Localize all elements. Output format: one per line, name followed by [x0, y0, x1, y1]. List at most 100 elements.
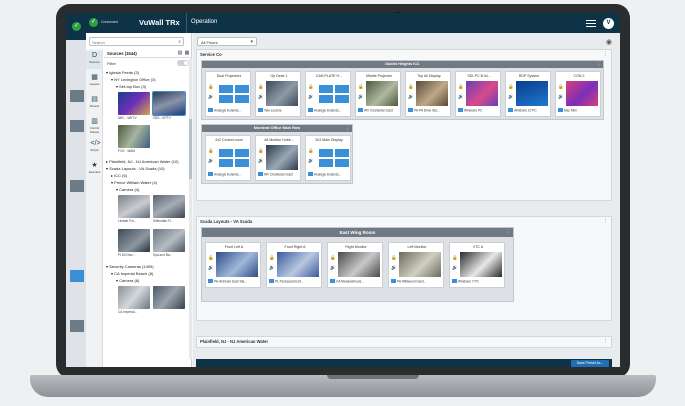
lock-icon[interactable]: 🔒 [258, 148, 264, 154]
rail-item-layouts[interactable]: ▦ Layouts [86, 73, 103, 91]
rail-item-control-panels[interactable]: ▥ Control Panels [86, 117, 103, 135]
display-card[interactable]: Op Desk 1 🔒 🔊 Tele-Lecture [255, 71, 301, 117]
tree-node[interactable]: ▸ Plainfield, NJ - NJ American Water (10… [106, 159, 179, 164]
rail-item-favorites[interactable]: ★ Favorites [86, 161, 103, 179]
display-card[interactable]: CON 2 🔒 🔊 Mac Mini [555, 71, 601, 117]
user-avatar[interactable]: V [603, 18, 614, 29]
tree-node[interactable]: ▾ CA Imperial Beach (8) [111, 271, 153, 276]
display-card[interactable]: Dual Projectors 🔒 🔊 Analogic Extends... [205, 71, 251, 117]
source-name: Tele-Lecture [264, 108, 282, 113]
hamburger-menu-icon[interactable] [586, 18, 596, 28]
lock-icon[interactable]: 🔒 [458, 84, 464, 90]
sources-header[interactable]: Sources (1544) ▤ ▦ [104, 49, 192, 58]
more-options-icon[interactable]: ⋮ [603, 338, 608, 344]
display-card[interactable]: CAN PLATE H... 🔒 🔊 Analogic Extends... [305, 71, 351, 117]
eye-icon[interactable]: ◉ [606, 38, 612, 46]
source-thumbnail[interactable]: Hillendale Fi... [153, 195, 185, 224]
source-thumbnail[interactable] [153, 286, 185, 315]
audio-icon[interactable]: 🔊 [558, 94, 564, 100]
tree-node[interactable]: ▸ ICC (6) [111, 173, 127, 178]
search-input[interactable]: Search ⌕ [89, 37, 184, 46]
source-thumbnail[interactable]: CA Imperial... [118, 286, 150, 315]
tree-node[interactable]: ▾ Camera (8) [116, 278, 139, 283]
display-card[interactable]: Left Monitor 🔒 🔊 PA Wildwood Gard... [388, 242, 444, 288]
display-card[interactable]: SDI-PC B Isl... 🔒 🔊 Windows PC [455, 71, 501, 117]
audio-icon[interactable]: 🔊 [358, 94, 364, 100]
display-card[interactable]: 3x3 Main Display 🔒 🔊 Analogic Extends... [305, 135, 351, 181]
audio-icon[interactable]: 🔊 [208, 94, 214, 100]
audio-icon[interactable]: 🔊 [330, 265, 336, 271]
more-options-icon[interactable]: ⋮ [507, 228, 512, 235]
audio-icon[interactable]: 🔊 [208, 265, 214, 271]
lock-icon[interactable]: 🔒 [508, 84, 514, 90]
lock-icon[interactable]: 🔒 [452, 255, 458, 261]
lock-icon[interactable]: 🔒 [391, 255, 397, 261]
rail-item-sources[interactable]: D Sources [86, 51, 103, 69]
audio-icon[interactable]: 🔊 [408, 94, 414, 100]
chevron-down-icon: ▾ [250, 39, 253, 45]
display-card[interactable]: Front Left A 🔒 🔊 PA-Ardmore East Sta... [205, 242, 261, 288]
audio-icon[interactable]: 🔊 [308, 158, 314, 164]
more-options-icon[interactable]: ⋮ [346, 125, 351, 132]
floor-dropdown[interactable]: All Floors ▾ [197, 37, 257, 46]
lock-icon[interactable]: 🔒 [208, 255, 214, 261]
display-card[interactable]: Right Monitor 🔒 🔊 CA Meadowbrook... [327, 242, 383, 288]
lock-icon[interactable]: 🔒 [558, 84, 564, 90]
grid-view-icon[interactable]: ▦ [184, 50, 190, 56]
tree-node[interactable]: ▾ Security Cameras (1499) [106, 264, 154, 269]
more-options-icon[interactable]: ⋮ [603, 51, 608, 57]
rail-item-presets[interactable]: ▤ Presets [86, 95, 103, 113]
audio-icon[interactable]: 🔊 [208, 158, 214, 164]
audio-icon[interactable]: 🔊 [269, 265, 275, 271]
audio-icon[interactable]: 🔊 [308, 94, 314, 100]
save-preset-button[interactable]: Save Preset As... [571, 360, 609, 367]
audio-icon[interactable]: 🔊 [258, 94, 264, 100]
lock-icon[interactable]: 🔒 [258, 84, 264, 90]
display-card[interactable]: Middle Projector 🔒 🔊 WV Charleston East [355, 71, 401, 117]
audio-icon[interactable]: 🔊 [391, 265, 397, 271]
filter-toggle[interactable] [177, 60, 189, 66]
source-thumbnail[interactable]: ABC - WKTV [118, 92, 150, 121]
lock-icon[interactable]: 🔒 [358, 84, 364, 90]
video-wall: East Wing Room ⋮ Front Left A 🔒 🔊 PA-Ardmor… [201, 227, 514, 302]
display-card[interactable]: Front Right A 🔒 🔊 PL Pensacola Exit... [266, 242, 322, 288]
tree-node[interactable]: ▾ Camera (4) [116, 187, 139, 192]
audio-icon[interactable]: 🔊 [452, 265, 458, 271]
display-card[interactable]: All Monitor Hubb... 🔒 🔊 WV Charleston East [255, 135, 301, 181]
lock-icon[interactable]: 🔒 [269, 255, 275, 261]
lock-icon[interactable]: 🔒 [308, 148, 314, 154]
audio-icon[interactable]: 🔊 [508, 94, 514, 100]
lock-icon[interactable]: 🔒 [308, 84, 314, 90]
audio-icon[interactable]: 🔊 [458, 94, 464, 100]
monitor-icon [208, 108, 213, 112]
rail-label: Control Panels [89, 126, 100, 134]
source-thumbnail[interactable]: Pt A0 Disc... [118, 229, 150, 258]
source-thumbnail[interactable]: Lindale Fin... [118, 195, 150, 224]
lock-icon[interactable]: 🔒 [208, 148, 214, 154]
tree-node[interactable]: ▾ NY Lexington Office (3) [111, 77, 156, 82]
more-options-icon[interactable]: ⋮ [603, 218, 608, 224]
lock-icon[interactable]: 🔒 [408, 84, 414, 90]
rail-item-scripts[interactable]: </> Scripts [86, 139, 103, 157]
source-thumbnail[interactable]: FOX - WAM [118, 125, 150, 154]
audio-icon[interactable]: 🔊 [258, 158, 264, 164]
lock-icon[interactable]: 🔒 [330, 255, 336, 261]
list-view-icon[interactable]: ▤ [177, 50, 183, 56]
source-thumbnail[interactable]: Spa and Ba... [153, 229, 185, 258]
more-options-icon[interactable]: ⋮ [597, 61, 602, 68]
tree-node[interactable]: ▾ Set-top Box (3) [116, 84, 146, 89]
lock-icon[interactable]: 🔒 [208, 84, 214, 90]
display-card[interactable]: VTC A 🔒 🔊 Windows 7 PC [449, 242, 505, 288]
tree-node[interactable]: ▾ Scada Layouts - VA Scada (10) [106, 166, 165, 171]
tree-scrollbar[interactable] [189, 59, 192, 359]
display-card[interactable]: RDP System 🔒 🔊 Windows 10 PC [505, 71, 551, 117]
source-thumbnail[interactable]: CBS - KPTV [152, 91, 186, 121]
tree-node[interactable]: ▾ Prince William Water (4) [111, 180, 157, 185]
display-card[interactable]: Top All Display 🔒 🔊 PA-PA Drive Sta... [405, 71, 451, 117]
search-icon: ⌕ [178, 39, 181, 45]
display-card[interactable]: 2x2 Control room 🔒 🔊 Analogic Extends... [205, 135, 251, 181]
tree-node[interactable]: ▾ Iglesia Feeds (3) [106, 70, 139, 75]
scrollbar-thumb[interactable] [189, 119, 192, 179]
display-source: PA-Ardmore East Sta... [208, 279, 260, 285]
wall-title: Montreal Office Main Row [202, 125, 352, 132]
